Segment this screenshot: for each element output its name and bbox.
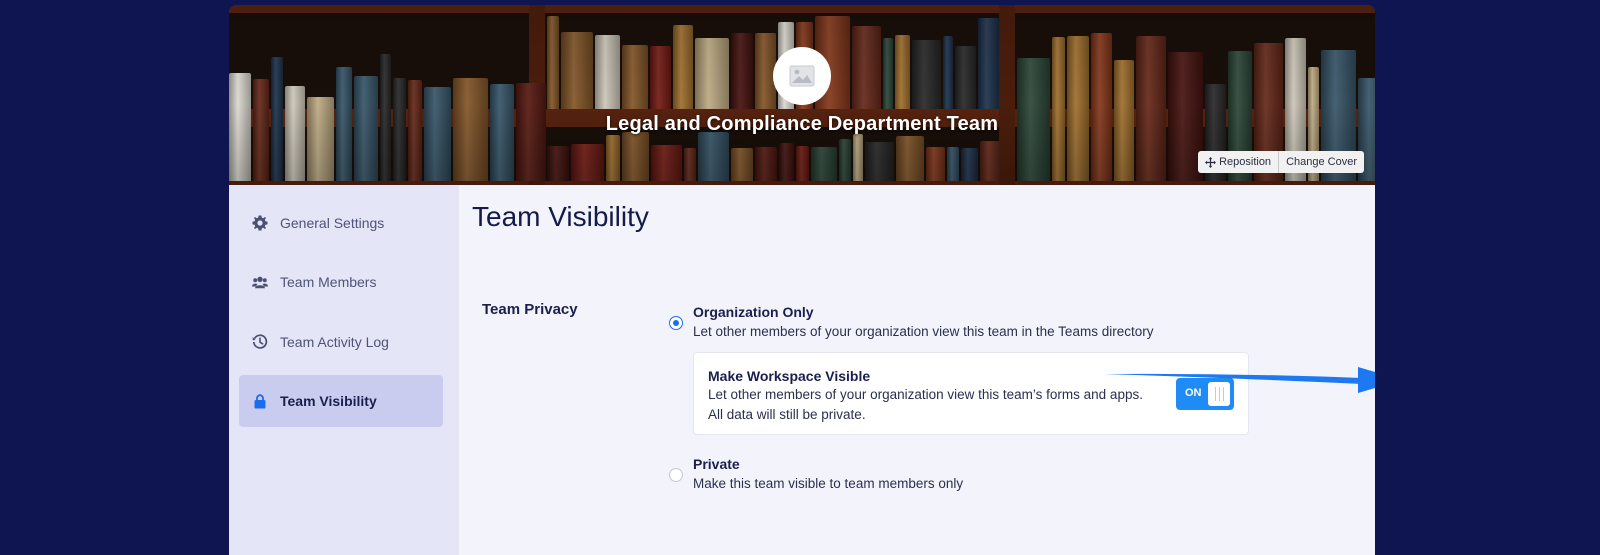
gear-icon	[252, 215, 268, 231]
workspace-visible-note: All data will still be private.	[708, 407, 866, 422]
move-icon	[1205, 156, 1217, 168]
change-cover-button[interactable]: Change Cover	[1278, 151, 1364, 173]
cover-image: Legal and Compliance Department Team Rep…	[229, 5, 1375, 185]
sidebar-item-team-visibility[interactable]: Team Visibility	[239, 375, 443, 427]
cover-actions: Reposition Change Cover	[1198, 151, 1364, 173]
sidebar-item-label: Team Visibility	[280, 393, 377, 409]
sidebar-item-general-settings[interactable]: General Settings	[239, 197, 443, 249]
radio-private[interactable]	[669, 468, 683, 482]
team-avatar[interactable]	[773, 47, 831, 105]
sidebar-item-team-activity-log[interactable]: Team Activity Log	[239, 316, 443, 368]
sidebar-item-label: Team Members	[280, 274, 377, 290]
workspace-visible-title: Make Workspace Visible	[708, 368, 871, 384]
sidebar-item-label: General Settings	[280, 215, 385, 231]
option-organization-only-description: Let other members of your organization v…	[693, 324, 1154, 339]
settings-sidebar: General Settings Team Members Team Activ…	[229, 185, 459, 555]
option-private-title: Private	[693, 456, 740, 472]
reposition-label: Reposition	[1219, 156, 1272, 168]
team-name-title: Legal and Compliance Department Team	[605, 113, 999, 135]
option-private-description: Make this team visible to team members o…	[693, 476, 964, 491]
history-icon	[252, 334, 268, 350]
users-icon	[252, 274, 268, 290]
page-title: Team Visibility	[472, 201, 649, 232]
workspace-visible-description: Let other members of your organization v…	[708, 387, 1143, 402]
team-privacy-label: Team Privacy	[482, 301, 578, 318]
reposition-button[interactable]: Reposition	[1198, 151, 1278, 173]
change-cover-label: Change Cover	[1286, 156, 1357, 168]
team-settings-window: Legal and Compliance Department Team Rep…	[229, 5, 1375, 555]
sidebar-item-team-members[interactable]: Team Members	[239, 256, 443, 308]
lock-icon	[252, 393, 268, 409]
radio-organization-only[interactable]	[669, 316, 683, 330]
sidebar-item-label: Team Activity Log	[280, 334, 389, 350]
image-placeholder-icon	[789, 65, 815, 87]
option-organization-only-title: Organization Only	[693, 304, 814, 320]
annotation-arrow-icon	[1104, 367, 1375, 393]
